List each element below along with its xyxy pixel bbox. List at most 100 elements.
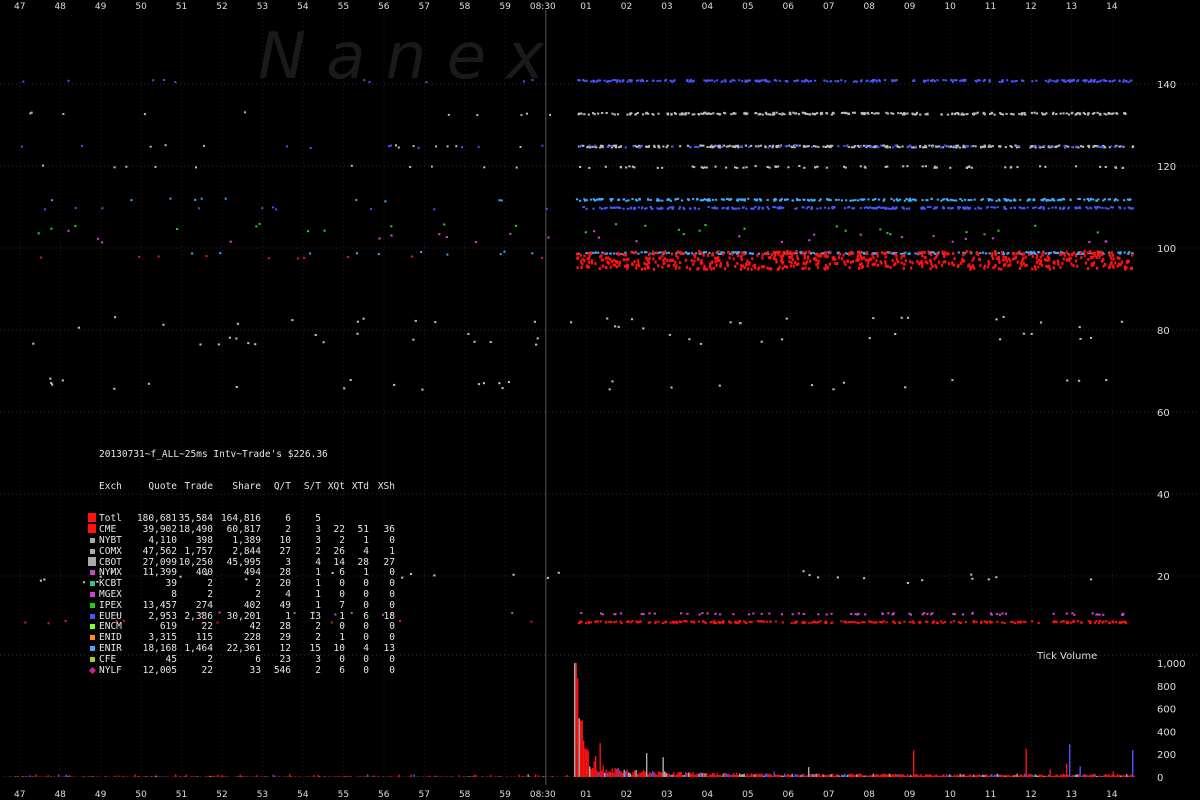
- price-dot: [652, 113, 655, 116]
- x-tick-label: 48: [54, 790, 66, 800]
- price-dot: [1057, 198, 1060, 201]
- price-dot: [608, 388, 611, 391]
- stats-cell: 0: [389, 664, 395, 676]
- price-dot: [1109, 206, 1113, 209]
- price-dot: [1045, 259, 1048, 262]
- price-dot: [756, 198, 759, 201]
- price-dot: [594, 251, 597, 254]
- price-dot: [1016, 252, 1019, 256]
- price-dot: [822, 145, 825, 148]
- price-dot: [959, 79, 962, 82]
- price-dot: [704, 224, 707, 226]
- price-dot: [751, 252, 754, 255]
- price-dot: [647, 259, 650, 263]
- price-dot: [894, 207, 897, 210]
- price-dot: [849, 199, 852, 202]
- price-dot: [792, 264, 795, 268]
- price-tick-label: 40: [1157, 490, 1170, 501]
- price-dot: [884, 262, 887, 265]
- price-dot: [952, 199, 956, 202]
- price-dot: [772, 250, 775, 254]
- volume-bar: [398, 774, 400, 777]
- volume-bar: [856, 774, 858, 777]
- price-dot: [941, 250, 944, 254]
- price-dot: [910, 266, 913, 270]
- price-dot: [640, 612, 643, 615]
- price-dot: [609, 265, 612, 269]
- price-dot: [593, 230, 596, 233]
- volume-bar: [862, 775, 864, 777]
- price-dot: [974, 112, 977, 115]
- volume-bar: [692, 772, 694, 777]
- price-dot: [929, 258, 932, 262]
- price-dot: [997, 229, 1000, 232]
- price-dot: [1018, 267, 1021, 271]
- volume-bar: [358, 776, 360, 777]
- volume-bar: [664, 771, 666, 777]
- volume-bar: [1009, 775, 1011, 777]
- x-tick-label: 01: [580, 790, 591, 800]
- price-dot: [1107, 198, 1110, 201]
- x-tick-label: 03: [661, 790, 672, 800]
- volume-bar: [1090, 774, 1092, 777]
- price-dot: [790, 261, 793, 265]
- price-dot: [908, 621, 911, 624]
- price-dot: [661, 622, 664, 625]
- volume-bar: [127, 776, 129, 777]
- price-dot: [1001, 251, 1004, 255]
- price-dot: [1031, 251, 1034, 254]
- price-dot: [545, 207, 548, 210]
- price-dot: [612, 621, 615, 624]
- price-dot: [979, 264, 982, 268]
- price-dot: [622, 79, 625, 82]
- price-dot: [1044, 165, 1047, 168]
- volume-bar: [883, 773, 885, 777]
- price-dot: [707, 206, 710, 208]
- stats-cell: 26: [333, 545, 345, 557]
- volume-bar: [1103, 774, 1105, 777]
- price-dot: [1118, 80, 1121, 83]
- price-dot: [609, 80, 612, 83]
- volume-bar: [907, 774, 909, 777]
- volume-bar: [995, 773, 997, 777]
- price-dot: [635, 198, 638, 201]
- price-dot: [143, 113, 146, 116]
- price-dot: [1089, 256, 1092, 259]
- price-dot: [992, 266, 995, 270]
- volume-bar: [932, 775, 934, 777]
- price-dot: [614, 325, 617, 328]
- price-dot: [661, 265, 664, 269]
- price-dot: [1082, 145, 1085, 148]
- price-dot: [835, 225, 838, 228]
- volume-bar: [830, 774, 832, 777]
- price-dot: [933, 80, 936, 83]
- price-dot: [900, 261, 903, 265]
- volume-bar: [821, 774, 823, 777]
- x-tick-label: 11: [985, 790, 996, 800]
- price-dot: [940, 113, 943, 116]
- price-dot: [1047, 258, 1050, 262]
- price-dot: [642, 613, 645, 616]
- price-dot: [693, 259, 696, 263]
- price-dot: [648, 612, 651, 615]
- price-dot: [611, 112, 614, 115]
- volume-bar: [82, 776, 84, 777]
- price-dot: [957, 113, 960, 116]
- price-dot: [929, 267, 932, 271]
- price-dot: [808, 621, 811, 624]
- price-dot: [1059, 620, 1062, 623]
- price-dot: [1124, 112, 1127, 115]
- price-dot: [197, 207, 200, 210]
- stats-row: EUEU 2,953 2,386 30,201 1 13 1 6 18: [88, 611, 395, 623]
- volume-bar: [91, 776, 93, 777]
- price-dot: [970, 166, 973, 169]
- volume-bar: [811, 774, 813, 777]
- volume-bar: [781, 775, 783, 777]
- price-dot: [585, 264, 588, 268]
- volume-bar: [892, 774, 894, 777]
- volume-bar: [794, 774, 796, 777]
- price-dot: [868, 337, 871, 340]
- price-dot: [999, 145, 1002, 148]
- price-dot: [889, 266, 892, 269]
- price-dot: [807, 80, 810, 83]
